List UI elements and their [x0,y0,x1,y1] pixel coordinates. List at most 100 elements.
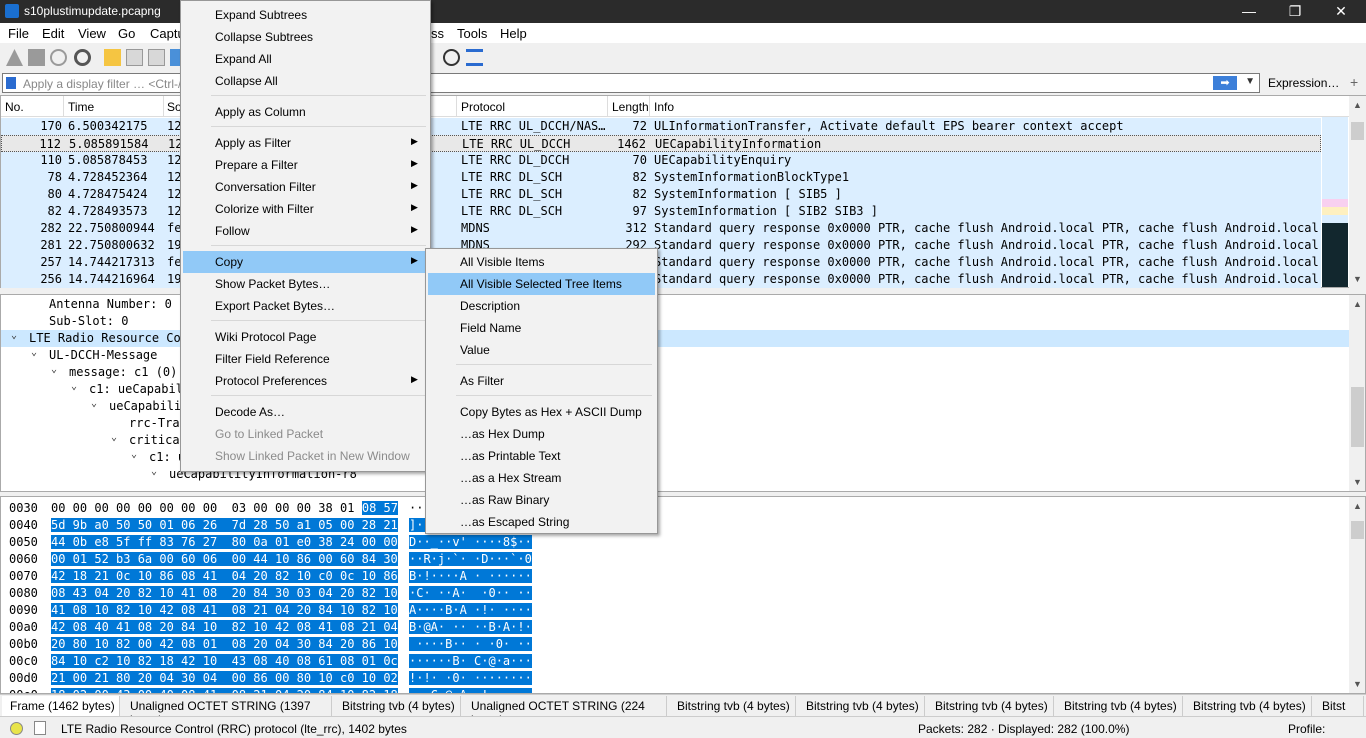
tree-context-menu: Expand Subtrees Collapse Subtrees Expand A… [180,0,431,472]
packet-minimap[interactable] [1322,117,1348,287]
ctx-item-wiki-protocol-page[interactable]: Wiki Protocol Page [183,326,428,348]
zoom-out-icon[interactable] [443,49,460,66]
copy-item-copy-bytes-as-hex-ascii-dump[interactable]: Copy Bytes as Hex + ASCII Dump [428,401,655,423]
byte-tab[interactable]: Unaligned OCTET STRING (224 bytes) [463,696,667,727]
menu-file[interactable]: File [8,26,29,41]
save-file-icon[interactable] [126,49,143,66]
byte-tab[interactable]: Frame (1462 bytes) [2,696,120,716]
ctx-item-follow[interactable]: Follow ▶ [183,220,428,242]
ctx-item-copy[interactable]: Copy ▶ [183,251,428,273]
menu-view[interactable]: View [78,26,106,41]
hex-row[interactable]: 0040 5d 9b a0 50 50 01 06 26 7d 28 50 a1 … [1,517,1349,534]
byte-tab[interactable]: Bitstring tvb (4 bytes) [927,696,1054,716]
ctx-item-apply-as-column[interactable]: Apply as Column [183,101,428,123]
copy-item-as-escaped-string[interactable]: …as Escaped String [428,511,655,533]
stop-capture-icon[interactable] [28,49,45,66]
byte-tab[interactable]: Unaligned OCTET STRING (1397 bytes) [122,696,332,727]
packet-bytes-scrollbar[interactable]: ▲ ▼ [1349,497,1365,693]
menu-statistics-partial[interactable]: ss [431,26,444,41]
add-filter-button[interactable]: + [1350,74,1358,90]
hex-row[interactable]: 0080 08 43 04 20 82 10 41 08 20 84 30 03 … [1,585,1349,602]
status-profile[interactable]: Profile: Default [1288,722,1366,738]
packet-details-scrollbar[interactable]: ▲ ▼ [1349,295,1365,491]
byte-tab[interactable]: Bitstring tvb (4 bytes) [669,696,796,716]
menu-tools[interactable]: Tools [457,26,487,41]
copy-item-all-visible-selected-tree-items[interactable]: All Visible Selected Tree Items [428,273,655,295]
col-header-time[interactable]: Time [68,100,94,114]
menu-edit[interactable]: Edit [42,26,64,41]
ctx-item-expand-subtrees[interactable]: Expand Subtrees [183,4,428,26]
expression-button[interactable]: Expression… [1268,76,1339,90]
tree-expand-chevron-icon[interactable]: ⌄ [91,398,97,409]
copy-item-as-raw-binary[interactable]: …as Raw Binary [428,489,655,511]
byte-tab[interactable]: Bitstring tvb (4 bytes) [334,696,461,716]
copy-item-field-name[interactable]: Field Name [428,317,655,339]
ctx-item-colorize-with-filter[interactable]: Colorize with Filter ▶ [183,198,428,220]
tree-expand-chevron-icon[interactable]: ⌄ [131,449,137,460]
hex-row[interactable]: 0070 42 18 21 0c 10 86 08 41 04 20 82 10 … [1,568,1349,585]
close-file-icon[interactable] [148,49,165,66]
ctx-item-prepare-a-filter[interactable]: Prepare a Filter ▶ [183,154,428,176]
hex-row[interactable]: 00e018 02 00 43 00 40 08 41 08 21 04 20 … [1,687,1349,693]
copy-item-as-a-hex-stream[interactable]: …as a Hex Stream [428,467,655,489]
ctx-item-collapse-all[interactable]: Collapse All [183,70,428,92]
copy-item-as-hex-dump[interactable]: …as Hex Dump [428,423,655,445]
copy-item-value[interactable]: Value [428,339,655,361]
packet-time: 4.728493573 [68,204,148,218]
byte-tab[interactable]: Bitstring tvb (4 bytes) [1056,696,1183,716]
copy-item-as-printable-text[interactable]: …as Printable Text [428,445,655,467]
tree-expand-chevron-icon[interactable]: ⌄ [151,466,157,477]
hex-row[interactable]: 0060 00 01 52 b3 6a 00 60 06 00 44 10 86 … [1,551,1349,568]
ctx-item-apply-as-filter[interactable]: Apply as Filter ▶ [183,132,428,154]
restart-capture-icon[interactable] [50,49,67,66]
tree-expand-chevron-icon[interactable]: ⌄ [71,381,77,392]
byte-tab[interactable]: Bitstring tvb (4 bytes) [1185,696,1312,716]
byte-tab[interactable]: Bitstring tvb (4 bytes) [798,696,925,716]
ctx-item-decode-as[interactable]: Decode As… [183,401,428,423]
capture-comment-icon[interactable] [34,721,46,735]
copy-item-description[interactable]: Description [428,295,655,317]
menu-go[interactable]: Go [118,26,135,41]
packet-list-scrollbar[interactable]: ▲ ▼ [1349,96,1366,288]
minimize-button[interactable]: — [1226,0,1272,23]
hex-row[interactable]: 00d0 21 00 21 80 20 04 30 04 00 86 00 80 … [1,670,1349,687]
tree-expand-chevron-icon[interactable]: ⌄ [31,347,37,358]
close-button[interactable]: ✕ [1318,0,1364,23]
expert-info-icon[interactable] [10,722,23,735]
tree-expand-chevron-icon[interactable]: ⌄ [51,364,57,375]
ctx-item-export-packet-bytes[interactable]: Export Packet Bytes… [183,295,428,317]
ctx-item-show-packet-bytes[interactable]: Show Packet Bytes… [183,273,428,295]
maximize-button[interactable]: ❐ [1272,0,1318,23]
ctx-item-conversation-filter[interactable]: Conversation Filter ▶ [183,176,428,198]
hex-row[interactable]: 0090 41 08 10 82 10 42 08 41 08 21 04 20 … [1,602,1349,619]
copy-item-all-visible-items[interactable]: All Visible Items [428,251,655,273]
ctx-item-label: Copy [215,255,244,269]
ctx-item-collapse-subtrees[interactable]: Collapse Subtrees [183,26,428,48]
col-header-length[interactable]: Length [612,100,649,114]
hex-row[interactable]: 0050 44 0b e8 5f ff 83 76 27 80 0a 01 e0 … [1,534,1349,551]
tree-expand-chevron-icon[interactable]: ⌄ [111,432,117,443]
ctx-item-protocol-preferences[interactable]: Protocol Preferences ▶ [183,370,428,392]
hex-row[interactable]: 00b0 20 80 10 82 00 42 08 01 08 20 04 30 … [1,636,1349,653]
col-header-protocol[interactable]: Protocol [461,100,505,114]
capture-options-icon[interactable] [74,49,91,66]
copy-item-as-filter[interactable]: As Filter [428,370,655,392]
menu-help[interactable]: Help [500,26,527,41]
apply-filter-arrow-icon[interactable]: ➡ [1213,76,1237,90]
ctx-item-filter-field-reference[interactable]: Filter Field Reference [183,348,428,370]
submenu-arrow-icon: ▶ [411,224,418,234]
hex-row[interactable]: 00c0 84 10 c2 10 82 18 42 10 43 08 40 08 … [1,653,1349,670]
ctx-item-expand-all[interactable]: Expand All [183,48,428,70]
bookmark-icon[interactable] [6,77,16,89]
filter-history-chevron-icon[interactable]: ▼ [1245,76,1255,87]
byte-tab[interactable]: Bitst [1314,696,1364,716]
shark-fin-start-icon[interactable] [6,49,23,66]
packet-info: ULInformationTransfer, Activate default … [654,119,1124,133]
col-header-info[interactable]: Info [654,100,674,114]
col-header-no[interactable]: No. [5,100,24,114]
tree-expand-chevron-icon[interactable]: ⌄ [11,330,17,341]
hex-row[interactable]: 00a0 42 08 40 41 08 20 84 10 82 10 42 08 … [1,619,1349,636]
open-file-icon[interactable] [104,49,121,66]
hex-row[interactable]: 0030 00 00 00 00 00 00 00 00 03 00 00 00 … [1,500,1349,517]
resize-columns-icon[interactable] [466,49,483,66]
